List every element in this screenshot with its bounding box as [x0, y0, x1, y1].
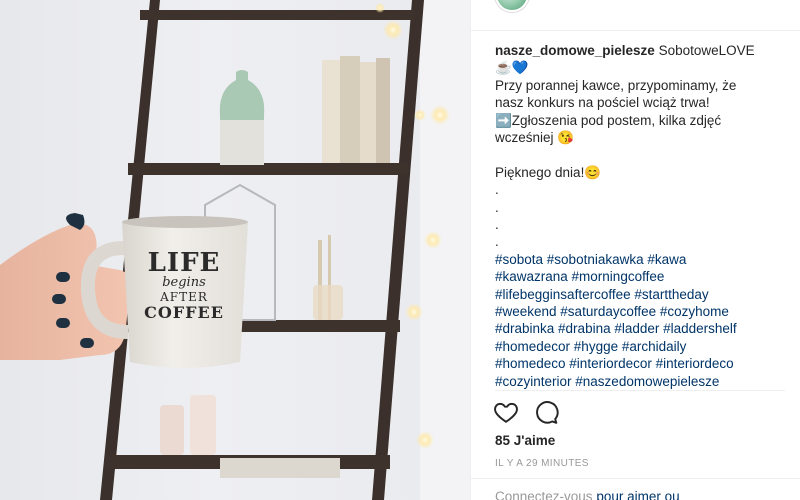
- hashtag-line[interactable]: #sobota #sobotniakawka #kawa: [495, 251, 785, 268]
- nail-1: [56, 272, 70, 282]
- caption-username-link[interactable]: nasze_domowe_pielesze: [495, 43, 655, 58]
- shelf-top: [140, 10, 415, 20]
- photo-illustration: [0, 0, 470, 500]
- box-bottom: [220, 458, 340, 478]
- book-3: [360, 62, 376, 163]
- hashtag-line[interactable]: #kawazrana #morningcoffee: [495, 268, 785, 285]
- bottle-1: [160, 405, 184, 455]
- login-divider: [471, 478, 800, 479]
- post-side-panel: nasze_domowe_pielesze SobotoweLOVE ☕💙 Pr…: [470, 0, 800, 500]
- caption-body-line: wcześniej 😘: [495, 130, 575, 146]
- like-button[interactable]: [493, 399, 519, 425]
- caption-body-line: ➡️Zgłoszenia pod postem, kilka zdjęć: [495, 112, 722, 128]
- comment-button[interactable]: [533, 399, 559, 425]
- caption-dot: .: [495, 217, 499, 233]
- caption-body-line: Przy porannej kawce, przypominamy, że: [495, 77, 737, 93]
- heart-icon: [494, 402, 518, 423]
- likes-count[interactable]: 85 J'aime: [495, 433, 555, 448]
- header-divider: [471, 30, 800, 31]
- avatar[interactable]: [495, 0, 529, 12]
- nail-2: [52, 294, 66, 304]
- hashtag-line[interactable]: #homedeco #interiordecor #interiordeco: [495, 355, 785, 372]
- nail-3: [56, 318, 70, 328]
- hashtag-line[interactable]: #homedecor #hygge #archidaily: [495, 338, 785, 355]
- hashtag-line[interactable]: #cozyinterior #naszedomowepielesze: [495, 373, 785, 390]
- caption-dot: .: [495, 234, 499, 250]
- mug-text-line3: AFTER: [160, 290, 208, 304]
- hashtag-line[interactable]: #weekend #saturdaycoffee #cozyhome: [495, 303, 785, 320]
- vase-base: [220, 120, 264, 165]
- mug-text-line4: COFFEE: [144, 303, 224, 322]
- bottle-2: [190, 395, 216, 455]
- book-2: [340, 56, 360, 163]
- caption-dot: .: [495, 199, 499, 215]
- shelf-2: [128, 163, 408, 175]
- hashtag-line[interactable]: #lifebegginsaftercoffee #starttheday: [495, 286, 785, 303]
- login-prompt: Connectez-vous pour aimer ou: [495, 489, 680, 500]
- comment-icon: [536, 401, 559, 424]
- caption-dot: .: [495, 182, 499, 198]
- login-prompt-prefix: Connectez-vous: [495, 489, 597, 500]
- diffuser-bottle: [313, 285, 343, 320]
- login-link[interactable]: pour aimer ou: [596, 489, 679, 500]
- caption-greeting: Pięknego dnia!😊: [495, 164, 602, 180]
- book-4: [376, 58, 390, 163]
- mug-text-line2: begins: [162, 275, 206, 290]
- wall-highlight: [420, 0, 470, 500]
- caption-first-line: nasze_domowe_pielesze SobotoweLOVE: [495, 42, 785, 59]
- mug-text-line1: LIFE: [147, 248, 221, 278]
- hashtag-line[interactable]: #drabinka #drabina #ladder #laddershelf: [495, 320, 785, 337]
- book-1: [322, 60, 340, 163]
- caption-title-text: SobotoweLOVE: [658, 43, 755, 58]
- post-caption: nasze_domowe_pielesze SobotoweLOVE ☕💙 Pr…: [495, 42, 785, 390]
- post-photo[interactable]: LIFE begins AFTER COFFEE: [0, 0, 470, 500]
- post-timestamp[interactable]: IL Y A 29 MINUTES: [495, 458, 589, 469]
- mug-rim: [122, 216, 248, 228]
- nail-4: [80, 338, 94, 348]
- caption-body-line: nasz konkurs na pościel wciąż trwa!: [495, 95, 710, 111]
- actions-divider: [495, 390, 785, 391]
- caption-title-emoji: ☕💙: [495, 60, 529, 76]
- mug-print: LIFE begins AFTER COFFEE: [140, 250, 228, 322]
